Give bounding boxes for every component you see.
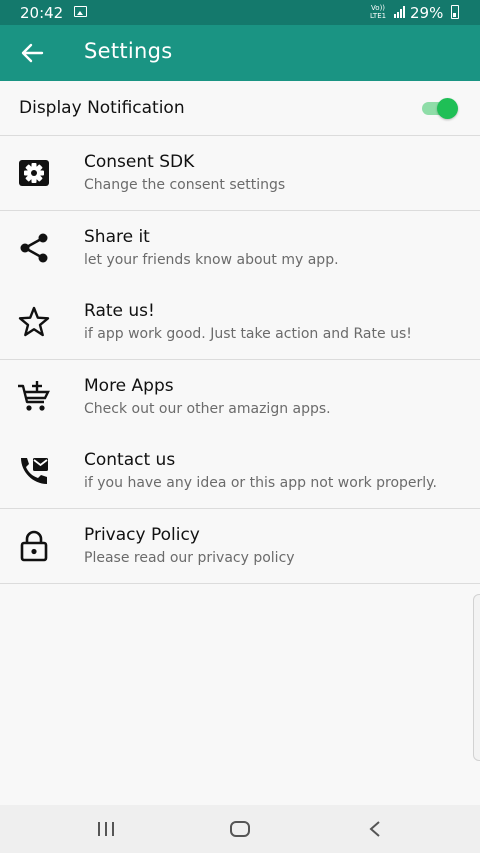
- contact-phone-icon: [21, 458, 48, 484]
- cart-plus-icon: [18, 381, 50, 411]
- item-title: Share it: [84, 227, 150, 247]
- recent-apps-icon[interactable]: [91, 817, 121, 841]
- item-subtitle: let your friends know about my app.: [84, 252, 339, 268]
- toggle-thumb: [437, 98, 458, 119]
- item-title: Consent SDK: [84, 152, 195, 172]
- system-navigation-bar: [0, 805, 480, 853]
- gear-icon: [19, 160, 49, 186]
- settings-item-share[interactable]: Share it let your friends know about my …: [0, 211, 480, 286]
- home-icon[interactable]: [225, 817, 255, 841]
- star-icon: [18, 306, 50, 337]
- lock-icon: [20, 530, 48, 562]
- settings-item-more-apps[interactable]: More Apps Check out our other amazign ap…: [0, 360, 480, 435]
- display-notification-toggle[interactable]: [420, 98, 458, 119]
- image-notification-icon: [74, 6, 87, 17]
- battery-percentage: 29%: [410, 4, 444, 22]
- settings-item-consent-sdk[interactable]: Consent SDK Change the consent settings: [0, 136, 480, 211]
- item-subtitle: Please read our privacy policy: [84, 550, 295, 566]
- status-bar: 20:42 Vo)) LTE1 29%: [0, 0, 480, 25]
- page-title: Settings: [84, 39, 173, 63]
- back-nav-icon[interactable]: [360, 817, 390, 841]
- volte-bottom-text: LTE1: [370, 12, 387, 20]
- item-title: Rate us!: [84, 301, 155, 321]
- status-time: 20:42: [20, 4, 64, 22]
- share-icon: [20, 233, 48, 263]
- item-title: Privacy Policy: [84, 525, 200, 545]
- item-subtitle: Change the consent settings: [84, 177, 286, 193]
- item-title: Contact us: [84, 450, 176, 470]
- volte-indicator: Vo)) LTE1: [370, 4, 386, 20]
- signal-icon: [394, 6, 405, 18]
- back-arrow-icon[interactable]: [20, 41, 46, 65]
- display-notification-row: Display Notification: [0, 81, 480, 136]
- item-subtitle: if app work good. Just take action and R…: [84, 326, 412, 342]
- edge-panel-handle[interactable]: [473, 594, 480, 761]
- item-subtitle: if you have any idea or this app not wor…: [84, 475, 437, 491]
- settings-item-contact-us[interactable]: Contact us if you have any idea or this …: [0, 434, 480, 509]
- item-subtitle: Check out our other amazign apps.: [84, 401, 331, 417]
- app-bar: Settings: [0, 25, 480, 81]
- settings-item-rate-us[interactable]: Rate us! if app work good. Just take act…: [0, 285, 480, 360]
- battery-icon: [451, 5, 459, 19]
- volte-top-text: Vo)): [371, 4, 386, 12]
- settings-item-privacy-policy[interactable]: Privacy Policy Please read our privacy p…: [0, 509, 480, 584]
- display-notification-label: Display Notification: [19, 98, 185, 118]
- item-title: More Apps: [84, 376, 174, 396]
